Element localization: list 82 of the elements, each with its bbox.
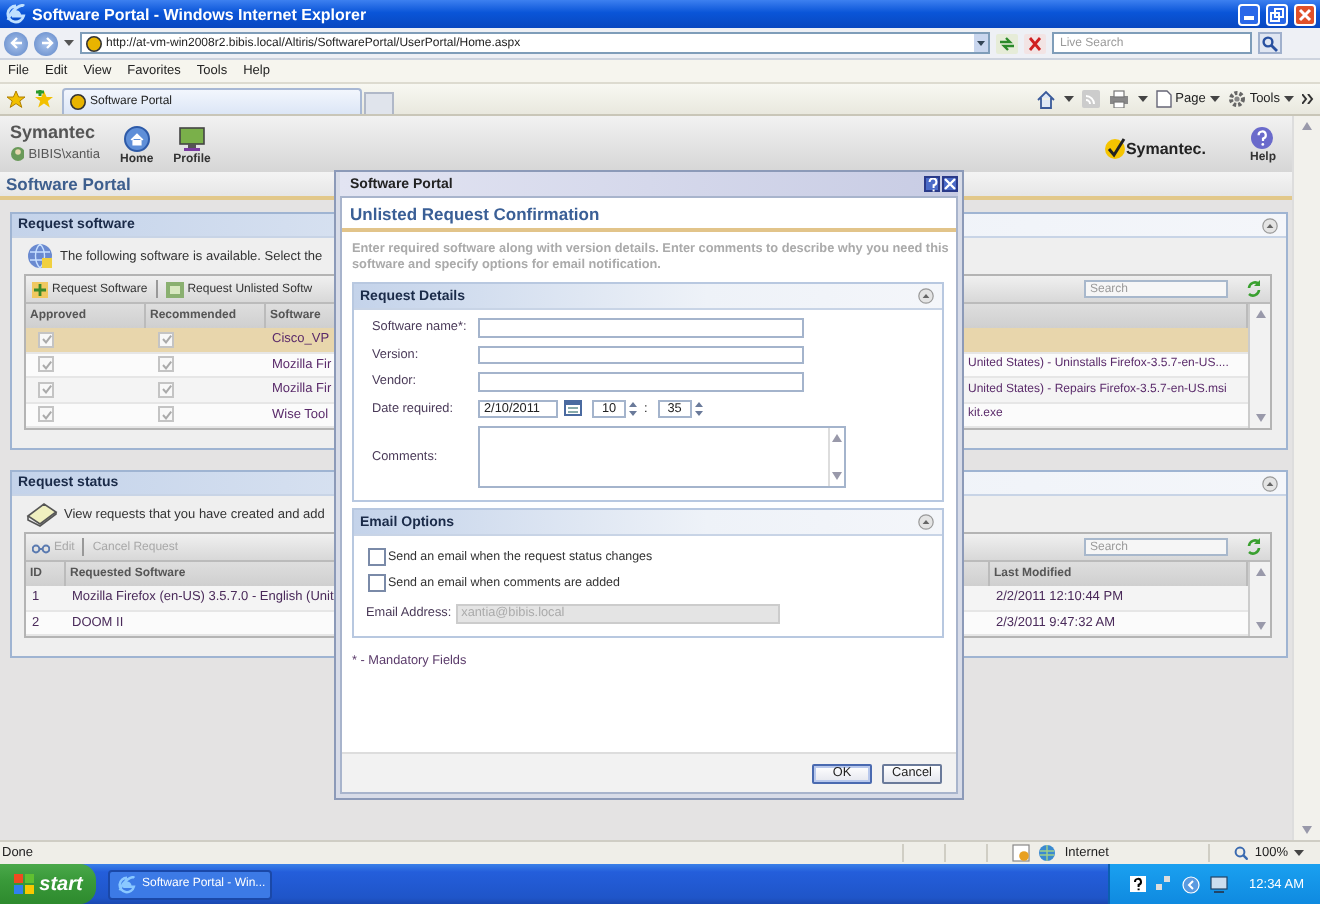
chevron-icon[interactable] [1302, 94, 1314, 104]
calendar-icon[interactable] [564, 400, 582, 417]
caret-icon[interactable] [974, 34, 988, 52]
close-icon [1298, 7, 1312, 21]
home-circle-icon [123, 126, 150, 152]
forward-arrow-icon [39, 36, 53, 50]
page-icon [1155, 90, 1172, 108]
collapse-icon[interactable] [918, 514, 934, 530]
help-icon [927, 177, 937, 191]
add-favorite-icon[interactable] [34, 89, 54, 109]
forward-button[interactable] [34, 31, 58, 55]
site-icon [70, 94, 86, 110]
gear-icon [1227, 90, 1246, 108]
close-icon [944, 178, 956, 190]
printer-icon[interactable] [1107, 90, 1130, 108]
collapse-icon[interactable] [1262, 475, 1278, 491]
caret-icon[interactable] [1063, 96, 1074, 102]
search-icon [1262, 35, 1278, 51]
browser-logo-icon [6, 4, 26, 24]
scroll-up-arrow-icon[interactable] [1255, 310, 1265, 318]
minimize-button[interactable] [1238, 3, 1260, 25]
caret-icon [1294, 850, 1304, 856]
scrollbar[interactable] [1248, 304, 1270, 428]
lock-icon [1012, 844, 1031, 862]
caret-icon[interactable] [64, 40, 74, 46]
help-icon[interactable] [1129, 876, 1146, 892]
glasses-icon [32, 541, 50, 553]
windows-flag-icon [13, 874, 34, 894]
checkbox[interactable] [368, 548, 386, 566]
back-button[interactable] [4, 31, 28, 55]
expand-arrow-icon[interactable] [1181, 875, 1200, 893]
scroll-up-arrow-icon[interactable] [1302, 122, 1312, 130]
add-icon [32, 281, 48, 297]
scrollbar[interactable] [828, 428, 844, 486]
refresh-icon[interactable] [1246, 280, 1262, 298]
magnifier-icon [1234, 846, 1249, 860]
scroll-down-arrow-icon[interactable] [832, 472, 842, 480]
globe-icon [1038, 844, 1057, 862]
page-title: Software Portal [6, 174, 131, 194]
scroll-down-arrow-icon[interactable] [1255, 622, 1265, 630]
input-field[interactable] [478, 345, 804, 364]
scroll-up-arrow-icon[interactable] [1255, 568, 1265, 576]
close-button[interactable] [942, 176, 958, 192]
monitor-icon [178, 126, 206, 152]
input-field[interactable] [478, 372, 804, 391]
monitor-icon[interactable] [1209, 875, 1228, 893]
comments-field[interactable] [478, 426, 846, 488]
collapse-icon[interactable] [918, 288, 934, 304]
network-icon[interactable] [1155, 876, 1172, 892]
scrollbar[interactable] [1248, 562, 1270, 636]
home-icon[interactable] [1035, 89, 1056, 109]
help-icon [1250, 126, 1275, 150]
document-stack-icon [26, 500, 58, 528]
scroll-up-arrow-icon[interactable] [832, 434, 842, 442]
caret-icon [1284, 96, 1294, 102]
help-button[interactable] [924, 176, 940, 192]
scroll-down-arrow-icon[interactable] [1302, 826, 1312, 834]
collapse-icon[interactable] [1262, 217, 1278, 233]
start-button[interactable]: start [0, 864, 96, 904]
checkbox[interactable] [368, 574, 386, 592]
refresh-icon[interactable] [996, 33, 1018, 53]
restore-button[interactable] [1266, 3, 1288, 25]
input-field[interactable] [478, 318, 804, 337]
caret-icon [1209, 96, 1220, 102]
brand-name: Symantec [10, 122, 98, 142]
scroll-down-arrow-icon[interactable] [1255, 414, 1265, 422]
dialog-heading: Unlisted Request Confirmation [350, 203, 600, 223]
window-title: Software Portal - Windows Internet Explorer [32, 5, 367, 23]
restore-icon [1270, 7, 1284, 21]
globe-icon [26, 242, 54, 270]
refresh-icon[interactable] [1246, 538, 1262, 556]
search-button[interactable] [1258, 32, 1282, 54]
symantec-logo: Symantec. [1103, 138, 1206, 160]
site-icon [86, 35, 102, 51]
page-scrollbar[interactable] [1292, 116, 1320, 840]
back-arrow-icon [9, 36, 23, 50]
stop-icon[interactable] [1024, 33, 1046, 53]
caret-icon[interactable] [1137, 96, 1148, 102]
user-icon [10, 146, 25, 162]
package-icon [165, 281, 184, 297]
browser-logo-icon [118, 875, 136, 893]
star-icon[interactable] [6, 89, 26, 109]
